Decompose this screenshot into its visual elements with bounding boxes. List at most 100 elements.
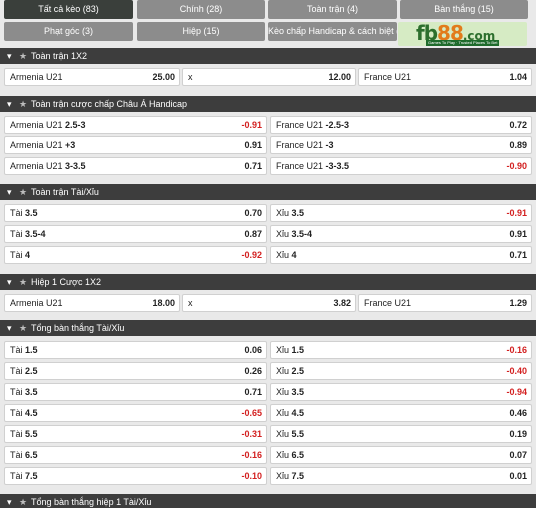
selection-label: Xỉu 4.5 — [276, 405, 304, 421]
odds-cell[interactable]: Armenia U21 2.5-3 -0.91 — [4, 116, 267, 134]
odds-value: 3.82 — [333, 298, 351, 308]
odds-value: -0.16 — [506, 345, 527, 355]
odds-cell[interactable]: France U21 1.04 — [358, 68, 532, 86]
star-icon[interactable]: ★ — [19, 96, 31, 112]
star-icon[interactable]: ★ — [19, 320, 31, 336]
star-icon[interactable]: ★ — [19, 494, 31, 508]
handicap-line: 7.5 — [291, 471, 305, 481]
tab-main[interactable]: Chính (28) — [137, 0, 265, 19]
star-icon[interactable]: ★ — [19, 48, 31, 64]
odds-cell[interactable]: Armenia U21 +3 0.91 — [4, 136, 267, 154]
selection-label: Tài 3.5-4 — [10, 226, 46, 242]
selection-label: Armenia U21 3-3.5 — [10, 158, 86, 174]
handicap-line: +3 — [65, 140, 76, 150]
odds-cell[interactable]: Tài 3.5-4 0.87 — [4, 225, 267, 243]
section-title: Toàn trận Tài/Xỉu — [31, 187, 99, 197]
odds-cell[interactable]: Xỉu 1.5 -0.16 — [270, 341, 532, 359]
tab-goals-visible[interactable]: Bàn thắng (15) — [400, 0, 528, 19]
handicap-line: 2.5 — [25, 366, 38, 376]
handicap-line: 5.5 — [291, 429, 305, 439]
logo-tagline: Games To Play · Trusted Places To Bet — [426, 40, 500, 46]
odds-cell[interactable]: Xỉu 6.5 0.07 — [270, 446, 532, 464]
handicap-line: 3.5 — [291, 208, 305, 218]
handicap-line: 2.5 — [291, 366, 305, 376]
section-header-first-half-1x2[interactable]: ▾ ★ Hiệp 1 Cược 1X2 — [0, 274, 536, 290]
odds-cell[interactable]: Armenia U21 18.00 — [4, 294, 180, 312]
selection-label: Xỉu 3.5-4 — [276, 226, 312, 242]
section-title: Hiệp 1 Cược 1X2 — [31, 277, 101, 287]
odds-value: 0.19 — [509, 429, 527, 439]
section-header-first-half-total-goals[interactable]: ▾ ★ Tổng bàn thắng hiệp 1 Tài/Xỉu — [0, 494, 536, 508]
handicap-line: 3.5-4 — [25, 229, 46, 239]
fb88-logo: fb88.com Games To Play · Trusted Places … — [398, 22, 527, 46]
caret-down-icon[interactable]: ▾ — [7, 320, 19, 336]
odds-cell[interactable]: Tài 4 -0.92 — [4, 246, 267, 264]
odds-cell[interactable]: France U21 -3-3.5 -0.90 — [270, 157, 532, 175]
selection-name: Xỉu — [276, 345, 290, 355]
caret-down-icon[interactable]: ▾ — [7, 184, 19, 200]
odds-cell[interactable]: Tài 1.5 0.06 — [4, 341, 267, 359]
odds-cell[interactable]: Tài 2.5 0.26 — [4, 362, 267, 380]
odds-cell[interactable]: x 3.82 — [182, 294, 356, 312]
odds-value: 0.70 — [244, 208, 262, 218]
odds-cell[interactable]: Xỉu 3.5-4 0.91 — [270, 225, 532, 243]
odds-cell[interactable]: Tài 3.5 0.71 — [4, 383, 267, 401]
caret-down-icon[interactable]: ▾ — [7, 274, 19, 290]
selection-label: Xỉu 7.5 — [276, 468, 304, 484]
odds-value: -0.10 — [241, 471, 262, 481]
handicap-line: 4 — [291, 250, 297, 260]
tab-handicap-margin[interactable]: Kèo chấp Handicap & cách biệt (3) — [268, 22, 397, 41]
section-header-total-goals-over-under[interactable]: ▾ ★ Tổng bàn thắng Tài/Xỉu — [0, 320, 536, 336]
selection-label: Tài 3.5 — [10, 384, 38, 400]
odds-cell[interactable]: Xỉu 4.5 0.46 — [270, 404, 532, 422]
caret-down-icon[interactable]: ▾ — [7, 48, 19, 64]
odds-value: -0.92 — [241, 250, 262, 260]
selection-name: Tài — [10, 408, 23, 418]
selection-label: Armenia U21 2.5-3 — [10, 117, 86, 133]
odds-cell[interactable]: Xỉu 2.5 -0.40 — [270, 362, 532, 380]
odds-cell[interactable]: Tài 6.5 -0.16 — [4, 446, 267, 464]
star-icon[interactable]: ★ — [19, 184, 31, 200]
selection-label: Armenia U21 — [10, 295, 63, 311]
odds-cell[interactable]: France U21 -2.5-3 0.72 — [270, 116, 532, 134]
section-title: Toàn trận cược chấp Châu Á Handicap — [31, 99, 188, 109]
odds-value: 0.72 — [509, 120, 527, 130]
odds-cell[interactable]: Xỉu 5.5 0.19 — [270, 425, 532, 443]
odds-cell[interactable]: Tài 4.5 -0.65 — [4, 404, 267, 422]
handicap-line: 3-3.5 — [65, 161, 86, 171]
selection-name: Tài — [10, 208, 23, 218]
selection-label: France U21 — [364, 295, 411, 311]
tab-half[interactable]: Hiệp (15) — [137, 22, 265, 41]
section-header-asian-handicap[interactable]: ▾ ★ Toàn trận cược chấp Châu Á Handicap — [0, 96, 536, 112]
selection-name: Tài — [10, 387, 23, 397]
selection-label: France U21 -2.5-3 — [276, 117, 349, 133]
selection-name: Tài — [10, 450, 23, 460]
star-icon[interactable]: ★ — [19, 274, 31, 290]
odds-cell[interactable]: Tài 7.5 -0.10 — [4, 467, 267, 485]
odds-cell[interactable]: Xỉu 3.5 -0.91 — [270, 204, 532, 222]
caret-down-icon[interactable]: ▾ — [7, 96, 19, 112]
odds-cell[interactable]: Xỉu 3.5 -0.94 — [270, 383, 532, 401]
tab-all-markets[interactable]: Tất cả kèo (83) — [4, 0, 133, 19]
odds-cell[interactable]: Tài 5.5 -0.31 — [4, 425, 267, 443]
handicap-line: -3 — [325, 140, 334, 150]
selection-label: Xỉu 6.5 — [276, 447, 304, 463]
handicap-line: 7.5 — [25, 471, 38, 481]
odds-cell[interactable]: France U21 1.29 — [358, 294, 532, 312]
odds-cell[interactable]: France U21 -3 0.89 — [270, 136, 532, 154]
odds-value: -0.91 — [241, 120, 262, 130]
odds-cell[interactable]: Armenia U21 3-3.5 0.71 — [4, 157, 267, 175]
odds-value: 0.89 — [509, 140, 527, 150]
caret-down-icon[interactable]: ▾ — [7, 494, 19, 508]
odds-cell[interactable]: Xỉu 4 0.71 — [270, 246, 532, 264]
selection-name: Tài — [10, 366, 23, 376]
odds-cell[interactable]: Armenia U21 25.00 — [4, 68, 180, 86]
handicap-line: 3.5 — [25, 387, 38, 397]
odds-cell[interactable]: Xỉu 7.5 0.01 — [270, 467, 532, 485]
odds-cell[interactable]: x 12.00 — [182, 68, 356, 86]
section-header-full-match-over-under[interactable]: ▾ ★ Toàn trận Tài/Xỉu — [0, 184, 536, 200]
tab-full-match[interactable]: Toàn trận (4) — [268, 0, 397, 19]
section-header-full-match-1x2[interactable]: ▾ ★ Toàn trận 1X2 — [0, 48, 536, 64]
odds-cell[interactable]: Tài 3.5 0.70 — [4, 204, 267, 222]
tab-corners[interactable]: Phạt góc (3) — [4, 22, 133, 41]
